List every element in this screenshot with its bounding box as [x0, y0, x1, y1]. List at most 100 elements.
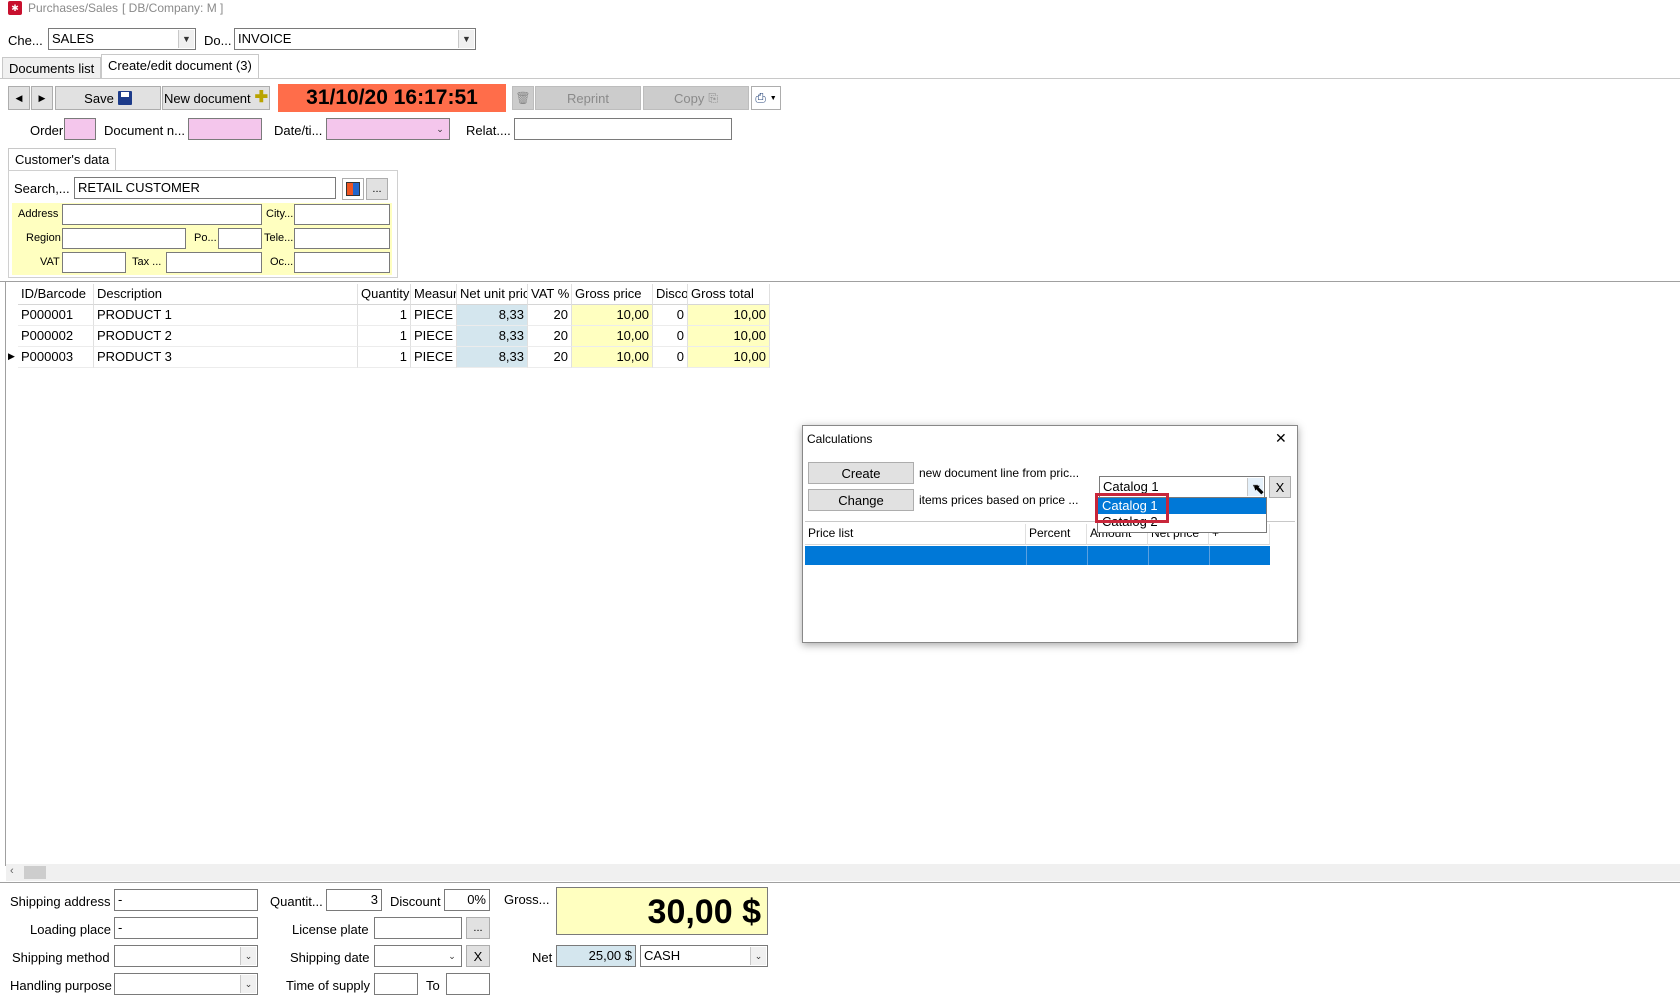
table-row-3-description[interactable]: PRODUCT 3: [94, 347, 358, 368]
create-button[interactable]: Create: [808, 462, 914, 484]
order-field[interactable]: [64, 118, 96, 140]
chevron-down-icon[interactable]: ⌄: [240, 975, 256, 993]
scroll-left-icon[interactable]: ‹: [10, 865, 14, 877]
loading-place-field[interactable]: -: [114, 917, 258, 939]
time-of-supply-label: Time of supply: [286, 978, 371, 993]
grid-header-id[interactable]: ID/Barcode: [18, 284, 94, 305]
change-button[interactable]: Change: [808, 489, 914, 511]
chevron-down-icon[interactable]: ▼: [770, 95, 777, 102]
tab-create-edit-document[interactable]: Create/edit document (3): [101, 54, 259, 79]
grid-header-measure[interactable]: Measur: [411, 284, 457, 305]
table-row-3-id[interactable]: P000003: [18, 347, 94, 368]
do-select[interactable]: INVOICE ▼: [234, 28, 476, 50]
copy-button[interactable]: Copy ⎘: [643, 86, 749, 110]
table-row-1-description[interactable]: PRODUCT 1: [94, 305, 358, 326]
table-row-3-quantity[interactable]: 1: [358, 347, 411, 368]
table-row-2-description[interactable]: PRODUCT 2: [94, 326, 358, 347]
table-row-1-discount[interactable]: 0: [653, 305, 688, 326]
handling-purpose-select[interactable]: ⌄: [114, 973, 258, 995]
chevron-down-icon[interactable]: ⌄: [444, 947, 460, 965]
grid-header-description[interactable]: Description: [94, 284, 358, 305]
license-plate-more-button[interactable]: ...: [466, 917, 490, 939]
tax-field[interactable]: [166, 252, 262, 273]
delete-button[interactable]: 🗑: [512, 86, 534, 110]
telephone-field[interactable]: [294, 228, 390, 249]
chevron-down-icon[interactable]: ⌄: [750, 947, 766, 965]
shipping-address-field[interactable]: -: [114, 889, 258, 911]
grid-header-net-unit-price[interactable]: Net unit pric: [457, 284, 528, 305]
chevron-down-icon[interactable]: ▼: [178, 30, 194, 48]
time-of-supply-to-field[interactable]: [446, 973, 490, 995]
payment-method-select[interactable]: CASH ⌄: [640, 945, 768, 967]
next-button[interactable]: ▶: [31, 86, 53, 110]
calculations-dialog: Calculations ✕ Create new document line …: [802, 425, 1298, 643]
table-row-1-vat[interactable]: 20: [528, 305, 572, 326]
grid-header-vat[interactable]: VAT %: [528, 284, 572, 305]
table-row-1-measure[interactable]: PIECE: [411, 305, 457, 326]
table-row-2-gross-total[interactable]: 10,00: [688, 326, 770, 347]
prev-button[interactable]: ◀: [8, 86, 30, 110]
tab-customers-data[interactable]: Customer's data: [8, 148, 117, 170]
table-row-2-quantity[interactable]: 1: [358, 326, 411, 347]
catalog-clear-button[interactable]: X: [1269, 476, 1291, 498]
table-row-2-id[interactable]: P000002: [18, 326, 94, 347]
scroll-thumb[interactable]: [24, 866, 46, 879]
highlight-box: [1095, 493, 1169, 523]
table-row-3-discount[interactable]: 0: [653, 347, 688, 368]
occupation-field[interactable]: [294, 252, 390, 273]
license-plate-field[interactable]: [374, 917, 462, 939]
shipping-date-clear-button[interactable]: X: [466, 945, 490, 967]
close-icon[interactable]: ✕: [1275, 430, 1287, 447]
customer-search-input[interactable]: RETAIL CUSTOMER: [74, 177, 336, 199]
discount-field[interactable]: 0%: [444, 889, 490, 911]
region-field[interactable]: [62, 228, 186, 249]
shipping-date-field[interactable]: ⌄: [374, 945, 462, 967]
horizontal-scrollbar[interactable]: ‹: [6, 864, 1680, 881]
print-button[interactable]: ⎙ ▼: [751, 86, 781, 110]
quantity-field[interactable]: 3: [326, 889, 382, 911]
price-table-header-percent[interactable]: Percent: [1026, 524, 1087, 545]
postal-field[interactable]: [218, 228, 262, 249]
table-row-1-gross-price[interactable]: 10,00: [572, 305, 653, 326]
table-row-1-id[interactable]: P000001: [18, 305, 94, 326]
table-row-2-discount[interactable]: 0: [653, 326, 688, 347]
chevron-down-icon[interactable]: ⌄: [432, 120, 448, 138]
table-row-3-net-price[interactable]: 8,33: [457, 347, 528, 368]
shipping-method-select[interactable]: ⌄: [114, 945, 258, 967]
tab-documents-list[interactable]: Documents list: [2, 57, 102, 79]
chevron-down-icon[interactable]: ⌄: [240, 947, 256, 965]
address-label: Address: [18, 208, 59, 220]
grid-header-gross-price[interactable]: Gross price: [572, 284, 653, 305]
price-table-selected-row[interactable]: [805, 546, 1270, 565]
table-row-3-measure[interactable]: PIECE: [411, 347, 457, 368]
table-row-2-net-price[interactable]: 8,33: [457, 326, 528, 347]
vat-field[interactable]: [62, 252, 126, 273]
table-row-1-net-price[interactable]: 8,33: [457, 305, 528, 326]
grid-header-quantity[interactable]: Quantity: [358, 284, 411, 305]
grid-header-discount[interactable]: Disco: [653, 284, 688, 305]
customer-lookup-button[interactable]: [342, 178, 364, 200]
city-field[interactable]: [294, 204, 390, 225]
table-row-3-vat[interactable]: 20: [528, 347, 572, 368]
price-table-header-price-list[interactable]: Price list: [805, 524, 1026, 545]
time-of-supply-from-field[interactable]: [374, 973, 418, 995]
table-row-2-vat[interactable]: 20: [528, 326, 572, 347]
save-button[interactable]: Save: [55, 86, 161, 110]
datetime-field[interactable]: ⌄: [326, 118, 450, 140]
document-number-field[interactable]: [188, 118, 262, 140]
new-document-button[interactable]: New document ✚: [162, 86, 270, 110]
grid-header-gross-total[interactable]: Gross total: [688, 284, 770, 305]
address-field[interactable]: [62, 204, 262, 225]
table-row-1-gross-total[interactable]: 10,00: [688, 305, 770, 326]
reprint-button[interactable]: Reprint: [535, 86, 641, 110]
table-row-3-gross-total[interactable]: 10,00: [688, 347, 770, 368]
table-row-1-quantity[interactable]: 1: [358, 305, 411, 326]
table-row-2-gross-price[interactable]: 10,00: [572, 326, 653, 347]
trash-icon: 🗑: [515, 91, 531, 105]
table-row-2-measure[interactable]: PIECE: [411, 326, 457, 347]
relat-field[interactable]: [514, 118, 732, 140]
customer-more-button[interactable]: ...: [366, 178, 388, 200]
chevron-down-icon[interactable]: ▼: [458, 30, 474, 48]
che-select[interactable]: SALES ▼: [48, 28, 196, 50]
table-row-3-gross-price[interactable]: 10,00: [572, 347, 653, 368]
